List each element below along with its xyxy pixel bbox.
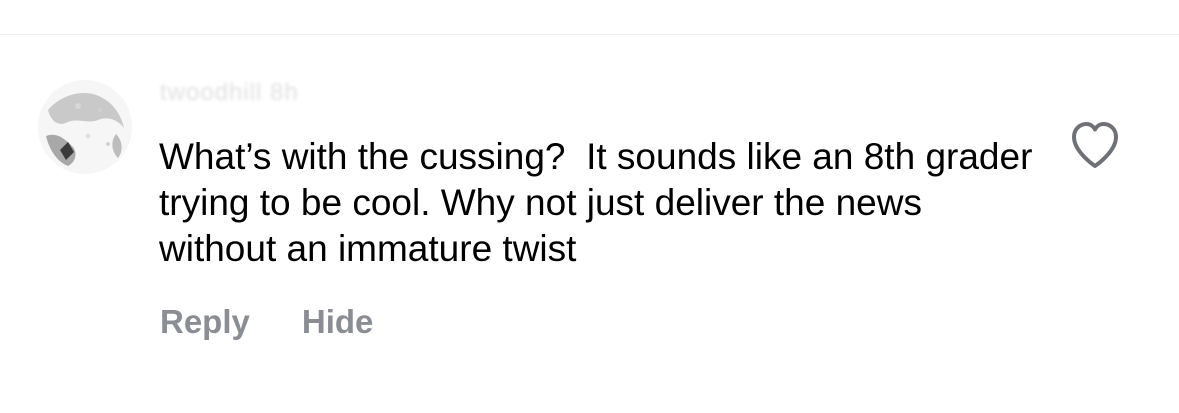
avatar[interactable] <box>38 80 132 174</box>
divider <box>0 34 1179 35</box>
comment-actions: Reply Hide <box>160 300 373 344</box>
comment-screen: twoodhill 8h What’s with the cussing? It… <box>0 0 1179 413</box>
reply-button[interactable]: Reply <box>160 303 250 341</box>
username[interactable]: twoodhill 8h <box>160 80 299 106</box>
avatar-image <box>38 80 132 174</box>
like-button[interactable] <box>1068 120 1122 172</box>
heart-outline-icon <box>1072 122 1118 168</box>
hide-button[interactable]: Hide <box>302 303 374 341</box>
comment-text: What’s with the cussing? It sounds like … <box>159 136 1043 269</box>
